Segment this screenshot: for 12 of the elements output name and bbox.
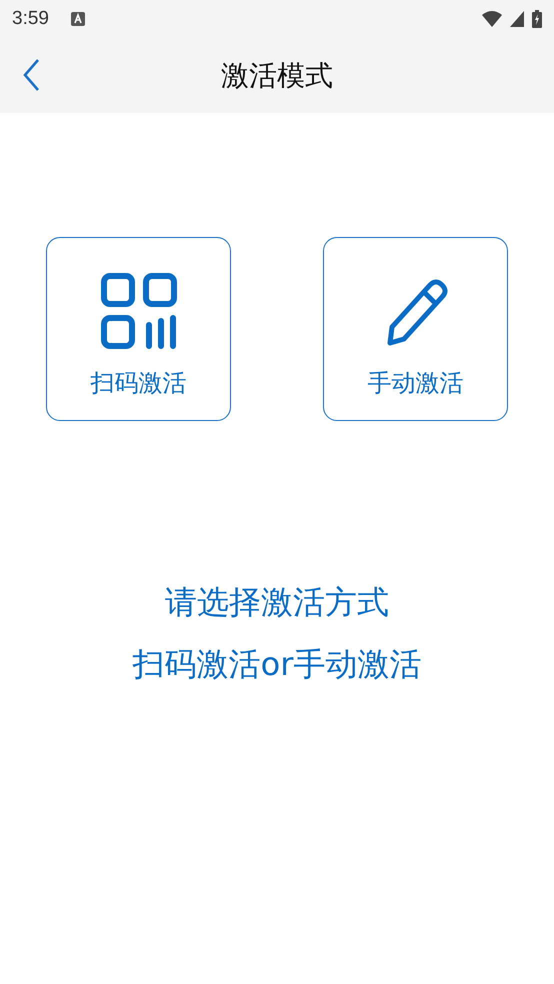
activation-option[interactable]: 手动激活 <box>323 237 508 421</box>
status-time: 3:59 <box>12 8 49 30</box>
signal-icon <box>510 11 524 27</box>
wifi-icon <box>482 11 502 27</box>
activation-option[interactable]: 扫码激活 <box>46 237 231 421</box>
notification-icon <box>70 12 85 26</box>
battery-icon <box>532 10 542 28</box>
prompt-text: 扫码激活or手动激活 <box>132 644 422 685</box>
prompt-text: 请选择激活方式 <box>165 582 389 623</box>
back-icon[interactable] <box>22 58 40 92</box>
page-title: 激活模式 <box>221 58 333 94</box>
qr-code-icon <box>100 273 176 349</box>
